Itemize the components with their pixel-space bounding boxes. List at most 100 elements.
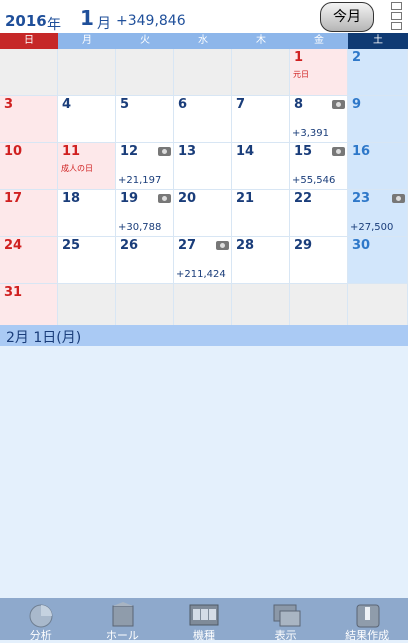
day-cell[interactable]: 2 xyxy=(348,49,408,95)
day-number: 7 xyxy=(236,97,246,112)
day-cell[interactable]: 29 xyxy=(290,237,348,283)
empty-cell xyxy=(348,284,408,330)
day-cell[interactable]: 4 xyxy=(58,96,116,142)
tab-building[interactable]: ホール xyxy=(82,598,164,642)
day-number: 10 xyxy=(4,144,23,159)
day-amount: +27,500 xyxy=(350,222,394,233)
day-cell[interactable]: 21 xyxy=(232,190,290,236)
day-cell[interactable]: 13 xyxy=(174,143,232,189)
day-amount: +211,424 xyxy=(176,269,226,280)
tab-label: 表示 xyxy=(274,629,297,642)
day-cell[interactable]: 17 xyxy=(0,190,58,236)
slot-machine-icon xyxy=(187,602,221,628)
camera-icon xyxy=(332,100,345,109)
day-cell[interactable]: 7 xyxy=(232,96,290,142)
day-number: 2 xyxy=(352,50,362,65)
day-cell[interactable]: 24 xyxy=(0,237,58,283)
day-number: 19 xyxy=(120,191,139,206)
day-cell[interactable]: 5 xyxy=(116,96,174,142)
weekday-label: 金 xyxy=(290,33,348,49)
tab-slot-machine[interactable]: 機種 xyxy=(163,598,245,642)
weekday-label: 月 xyxy=(58,33,116,49)
day-cell[interactable]: 9 xyxy=(348,96,408,142)
day-cell[interactable]: 11 成人の日 xyxy=(58,143,116,189)
calendar-week: 17 18 19 +30,788 20 21 22 23 +27,500 xyxy=(0,190,408,237)
day-cell[interactable]: 12 +21,197 xyxy=(116,143,174,189)
pie-chart-icon xyxy=(24,602,58,628)
day-number: 31 xyxy=(4,285,23,300)
day-number: 27 xyxy=(178,238,197,253)
day-cell[interactable]: 20 xyxy=(174,190,232,236)
weekday-label: 火 xyxy=(116,33,174,49)
calendar-week: 24 25 26 27 +211,424 28 29 30 xyxy=(0,237,408,284)
menu-icon[interactable] xyxy=(391,2,402,32)
day-cell[interactable]: 18 xyxy=(58,190,116,236)
empty-cell xyxy=(116,49,174,95)
day-cell[interactable]: 27 +211,424 xyxy=(174,237,232,283)
day-cell[interactable]: 6 xyxy=(174,96,232,142)
camera-icon xyxy=(158,147,171,156)
tab-pie-chart[interactable]: 分析 xyxy=(0,598,82,642)
year-suffix: 年 xyxy=(47,17,61,33)
weekday-label: 日 xyxy=(0,33,58,49)
day-number: 5 xyxy=(120,97,130,112)
day-number: 25 xyxy=(62,238,81,253)
day-cell[interactable]: 15 +55,546 xyxy=(290,143,348,189)
day-cell[interactable]: 25 xyxy=(58,237,116,283)
day-number: 16 xyxy=(352,144,371,159)
day-cell[interactable]: 8 +3,391 xyxy=(290,96,348,142)
day-number: 6 xyxy=(178,97,188,112)
empty-cell xyxy=(0,49,58,95)
this-month-button[interactable]: 今月 xyxy=(320,2,374,32)
tab-label: ホール xyxy=(105,629,139,642)
day-cell[interactable]: 31 xyxy=(0,284,58,330)
day-number: 30 xyxy=(352,238,371,253)
selected-date-bar: 2月 1日(月) xyxy=(0,325,408,346)
day-number: 20 xyxy=(178,191,197,206)
day-cell[interactable]: 23 +27,500 xyxy=(348,190,408,236)
day-cell[interactable]: 30 xyxy=(348,237,408,283)
day-cell[interactable]: 16 xyxy=(348,143,408,189)
calendar-grid: 1 元日 2 3 4 5 6 7 8 +3,391 9 10 11 成人の日 12 +21,197 13 14 15… xyxy=(0,49,408,331)
day-number: 4 xyxy=(62,97,72,112)
day-cell[interactable]: 3 xyxy=(0,96,58,142)
day-number: 23 xyxy=(352,191,371,206)
day-amount: +55,546 xyxy=(292,175,336,186)
day-number: 18 xyxy=(62,191,81,206)
calendar-week: 10 11 成人の日 12 +21,197 13 14 15 +55,546 16 xyxy=(0,143,408,190)
day-number: 26 xyxy=(120,238,139,253)
tab-label: 分析 xyxy=(29,629,52,642)
tab-edit[interactable]: 結果作成 xyxy=(326,598,408,642)
day-cell[interactable]: 14 xyxy=(232,143,290,189)
day-number: 22 xyxy=(294,191,313,206)
empty-cell xyxy=(232,284,290,330)
weekday-label: 土 xyxy=(348,33,408,49)
day-cell[interactable]: 10 xyxy=(0,143,58,189)
empty-cell xyxy=(174,49,232,95)
day-cell[interactable]: 26 xyxy=(116,237,174,283)
tab-display[interactable]: 表示 xyxy=(245,598,327,642)
day-amount: +30,788 xyxy=(118,222,162,233)
day-cell[interactable]: 28 xyxy=(232,237,290,283)
weekday-label: 水 xyxy=(174,33,232,49)
display-icon xyxy=(269,602,303,628)
day-number: 13 xyxy=(178,144,197,159)
day-number: 12 xyxy=(120,144,139,159)
day-number: 21 xyxy=(236,191,255,206)
day-number: 1 xyxy=(294,50,304,65)
camera-icon xyxy=(392,194,405,203)
day-number: 24 xyxy=(4,238,23,253)
day-number: 11 xyxy=(62,144,81,159)
building-icon xyxy=(106,602,140,628)
weekday-header: 日月火水木金土 xyxy=(0,33,408,49)
empty-cell xyxy=(58,49,116,95)
day-amount: +3,391 xyxy=(292,128,330,139)
empty-cell xyxy=(290,284,348,330)
day-cell[interactable]: 19 +30,788 xyxy=(116,190,174,236)
day-number: 29 xyxy=(294,238,313,253)
edit-icon xyxy=(350,602,384,628)
year-label: 2016 xyxy=(5,12,47,30)
day-cell[interactable]: 1 元日 xyxy=(290,49,348,95)
day-cell[interactable]: 22 xyxy=(290,190,348,236)
day-number: 8 xyxy=(294,97,304,112)
